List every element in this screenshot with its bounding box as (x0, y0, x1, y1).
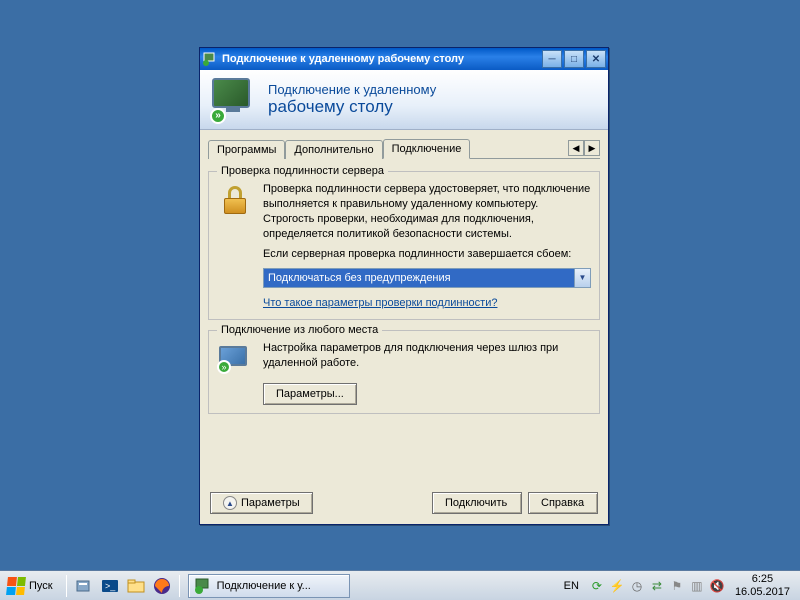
combo-selected: Подключаться без предупреждения (264, 269, 574, 287)
banner: » Подключение к удаленному рабочему стол… (200, 70, 608, 130)
tray-warning-icon[interactable]: ⚡ (609, 578, 625, 594)
chevron-down-icon[interactable]: ▼ (574, 269, 590, 287)
anywhere-groupbox: Подключение из любого места » Настройка … (208, 330, 600, 414)
auth-prompt: Если серверная проверка подлинности заве… (263, 247, 591, 262)
maximize-button[interactable]: □ (564, 50, 584, 68)
tray-flag-icon[interactable]: ⚑ (669, 578, 685, 594)
tabstrip: Программы Дополнительно Подключение ◀ ▶ (208, 138, 600, 159)
windows-logo-icon (6, 577, 26, 595)
banner-line1: Подключение к удаленному (268, 82, 436, 97)
auth-description: Проверка подлинности сервера удостоверяе… (263, 182, 591, 241)
auth-groupbox: Проверка подлинности сервера Проверка по… (208, 171, 600, 320)
tab-advanced[interactable]: Дополнительно (285, 140, 382, 159)
separator (66, 575, 67, 597)
tab-scroll-left[interactable]: ◀ (568, 140, 584, 156)
tab-scroll-right[interactable]: ▶ (584, 140, 600, 156)
close-button[interactable]: ✕ (586, 50, 606, 68)
ql-explorer-icon[interactable] (123, 574, 149, 598)
gateway-icon: » (217, 341, 253, 377)
banner-line2: рабочему столу (268, 97, 436, 117)
tray-clock-icon[interactable]: ◷ (629, 578, 645, 594)
rdp-window: Подключение к удаленному рабочему столу … (199, 47, 609, 525)
clock-time: 6:25 (735, 573, 790, 585)
task-label: Подключение к у... (217, 580, 311, 592)
options-toggle-button[interactable]: ▲ Параметры (210, 492, 313, 514)
connect-button[interactable]: Подключить (432, 492, 522, 514)
language-indicator[interactable]: EN (560, 580, 583, 592)
taskbar: Пуск >_ Подключение к у... EN ⟳ ⚡ ◷ ⇄ ⚑ … (0, 570, 800, 600)
titlebar[interactable]: Подключение к удаленному рабочему столу … (200, 48, 608, 70)
app-icon (202, 51, 218, 67)
help-button[interactable]: Справка (528, 492, 598, 514)
ql-server-manager-icon[interactable] (71, 574, 97, 598)
tab-panel: Проверка подлинности сервера Проверка по… (208, 159, 600, 432)
options-label: Параметры (241, 497, 300, 509)
auth-help-link[interactable]: Что такое параметры проверки подлинности… (263, 296, 497, 311)
anywhere-description: Настройка параметров для подключения чер… (263, 341, 591, 371)
auth-legend: Проверка подлинности сервера (217, 165, 388, 177)
lock-icon (217, 182, 253, 218)
clock[interactable]: 6:25 16.05.2017 (731, 573, 794, 597)
dialog-buttons: ▲ Параметры Подключить Справка (210, 492, 598, 514)
anywhere-legend: Подключение из любого места (217, 324, 382, 336)
banner-text: Подключение к удаленному рабочему столу (268, 82, 436, 117)
start-label: Пуск (29, 580, 53, 592)
tray-refresh-icon[interactable]: ⟳ (589, 578, 605, 594)
ql-powershell-icon[interactable]: >_ (97, 574, 123, 598)
tray-action-icon[interactable]: ▥ (689, 578, 705, 594)
tab-connection[interactable]: Подключение (383, 139, 471, 159)
window-title: Подключение к удаленному рабочему столу (222, 53, 540, 65)
system-tray: EN ⟳ ⚡ ◷ ⇄ ⚑ ▥ 🔇 6:25 16.05.2017 (560, 573, 798, 597)
start-button[interactable]: Пуск (2, 574, 62, 598)
taskbar-task-rdp[interactable]: Подключение к у... (188, 574, 350, 598)
separator (179, 575, 180, 597)
auth-failure-combo[interactable]: Подключаться без предупреждения ▼ (263, 268, 591, 288)
svg-text:>_: >_ (105, 581, 116, 591)
tab-programs[interactable]: Программы (208, 140, 285, 159)
rdp-icon: » (212, 78, 256, 122)
clock-date: 16.05.2017 (735, 586, 790, 598)
minimize-button[interactable]: ─ (542, 50, 562, 68)
tray-volume-icon[interactable]: 🔇 (709, 578, 725, 594)
tray-network-icon[interactable]: ⇄ (649, 578, 665, 594)
gateway-settings-button[interactable]: Параметры... (263, 383, 357, 405)
ql-firefox-icon[interactable] (149, 574, 175, 598)
chevron-up-icon: ▲ (223, 496, 237, 510)
